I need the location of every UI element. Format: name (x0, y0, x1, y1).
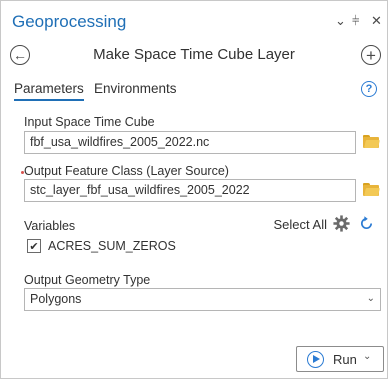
tool-title: Make Space Time Cube Layer (93, 46, 295, 63)
refresh-icon[interactable] (358, 215, 375, 232)
browse-folder-icon[interactable] (363, 135, 380, 148)
active-tab-indicator (14, 99, 84, 101)
variable-checkbox[interactable]: ✔ (27, 239, 41, 253)
tab-parameters[interactable]: Parameters (14, 81, 84, 96)
pane-title: Geoprocessing (12, 12, 127, 31)
chevron-down-icon: ⌄ (366, 293, 375, 304)
input-cube-label: Input Space Time Cube (24, 115, 155, 129)
output-fc-label: Output Feature Class (Layer Source) (24, 164, 229, 178)
gear-icon[interactable] (333, 215, 350, 232)
add-icon[interactable]: + (361, 45, 381, 65)
tool-header: ← Make Space Time Cube Layer + (1, 41, 387, 71)
browse-output-folder-icon[interactable] (363, 183, 380, 196)
run-options-chevron-icon[interactable]: ⌄ (363, 351, 371, 362)
play-icon (307, 351, 324, 368)
input-cube-field[interactable]: fbf_usa_wildfires_2005_2022.nc (24, 131, 356, 154)
pin-icon[interactable]: ⫩ (352, 14, 359, 27)
tab-bar: Parameters Environments ? (1, 73, 387, 103)
geoprocessing-pane: Geoprocessing ⌄ ⫩ ✕ ← Make Space Time Cu… (0, 0, 388, 379)
select-all-link[interactable]: Select All (274, 217, 327, 232)
variables-label: Variables (24, 219, 76, 233)
output-fc-field[interactable]: stc_layer_fbf_usa_wildfires_2005_2022 (24, 179, 356, 202)
close-icon[interactable]: ✕ (371, 14, 382, 27)
pane-menu-chevron-icon[interactable]: ⌄ (335, 14, 346, 27)
variable-label: ACRES_SUM_ZEROS (48, 239, 176, 253)
variable-row[interactable]: ✔ ACRES_SUM_ZEROS (24, 236, 380, 258)
tab-environments[interactable]: Environments (94, 81, 177, 96)
help-icon[interactable]: ? (361, 81, 377, 97)
geometry-type-label: Output Geometry Type (24, 273, 151, 287)
geometry-type-value: Polygons (30, 292, 82, 306)
run-label: Run (333, 352, 357, 367)
pane-titlebar: Geoprocessing ⌄ ⫩ ✕ (1, 1, 387, 41)
run-button[interactable]: Run ⌄ (296, 346, 384, 372)
geometry-type-dropdown[interactable]: Polygons ⌄ (24, 288, 381, 311)
